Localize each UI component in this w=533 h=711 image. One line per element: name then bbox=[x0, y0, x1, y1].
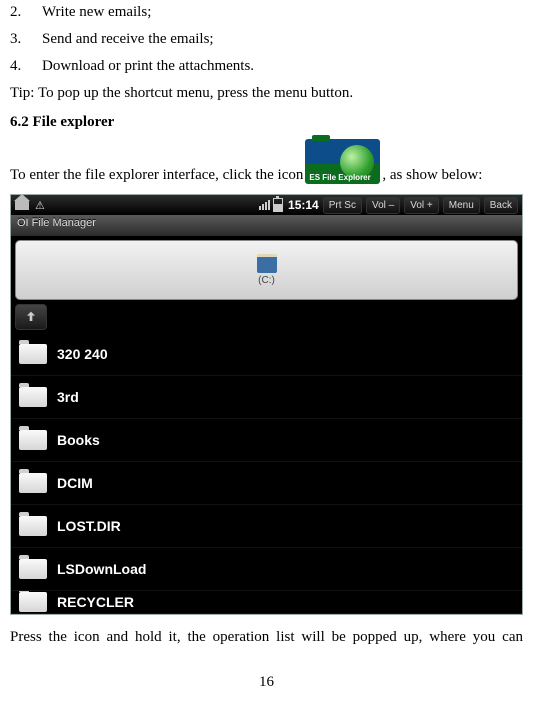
list-item-3: 3. Send and receive the emails; bbox=[10, 31, 523, 48]
tip-text: Tip: To pop up the shortcut menu, press … bbox=[10, 85, 523, 102]
drive-button[interactable]: (C:) bbox=[15, 240, 518, 300]
folder-icon bbox=[19, 430, 47, 450]
list-item[interactable]: LSDownLoad bbox=[11, 548, 522, 591]
list-item-label: DCIM bbox=[57, 475, 93, 491]
list-number: 4. bbox=[10, 58, 42, 75]
app-title: OI File Manager bbox=[11, 215, 522, 236]
list-item-label: 320 240 bbox=[57, 346, 108, 362]
signal-icon bbox=[259, 200, 270, 210]
back-button[interactable]: Back bbox=[484, 197, 518, 214]
folder-icon bbox=[19, 344, 47, 364]
volume-up-button[interactable]: Vol + bbox=[404, 197, 439, 214]
drive-label: (C:) bbox=[258, 275, 275, 286]
warning-icon: ⚠ bbox=[35, 199, 45, 212]
list-item[interactable]: LOST.DIR bbox=[11, 505, 522, 548]
up-button[interactable] bbox=[15, 304, 47, 330]
file-explorer-screenshot: ⚠ 15:14 Prt Sc Vol – Vol + Menu Back OI … bbox=[10, 194, 523, 615]
list-item[interactable]: 320 240 bbox=[11, 333, 522, 376]
list-text: Write new emails; bbox=[42, 4, 151, 21]
list-item[interactable]: Books bbox=[11, 419, 522, 462]
list-item-4: 4. Download or print the attachments. bbox=[10, 58, 523, 75]
arrow-up-icon bbox=[23, 309, 39, 325]
enter-text-suffix: , as show below: bbox=[382, 167, 482, 184]
list-item[interactable]: 3rd bbox=[11, 376, 522, 419]
home-icon[interactable] bbox=[15, 200, 29, 210]
list-number: 3. bbox=[10, 31, 42, 48]
folder-icon bbox=[19, 387, 47, 407]
list-number: 2. bbox=[10, 4, 42, 21]
list-item-label: Books bbox=[57, 432, 100, 448]
list-text: Send and receive the emails; bbox=[42, 31, 214, 48]
folder-icon bbox=[19, 559, 47, 579]
list-item[interactable]: DCIM bbox=[11, 462, 522, 505]
folder-icon bbox=[19, 592, 47, 612]
bottom-paragraph: Press the icon and hold it, the operatio… bbox=[10, 629, 523, 646]
list-item-label: LSDownLoad bbox=[57, 561, 146, 577]
page-number: 16 bbox=[10, 674, 523, 691]
battery-icon bbox=[273, 198, 283, 212]
list-item-label: LOST.DIR bbox=[57, 518, 121, 534]
list-item[interactable]: RECYCLER bbox=[11, 591, 522, 614]
es-icon-label: ES File Explorer bbox=[309, 173, 370, 182]
enter-text-prefix: To enter the file explorer interface, cl… bbox=[10, 167, 303, 184]
section-header: 6.2 File explorer bbox=[10, 114, 523, 131]
clock-text: 15:14 bbox=[288, 198, 319, 212]
list-item-label: RECYCLER bbox=[57, 594, 134, 610]
folder-icon bbox=[19, 473, 47, 493]
list-item-label: 3rd bbox=[57, 389, 79, 405]
es-file-explorer-icon: ES File Explorer bbox=[305, 139, 380, 184]
menu-button[interactable]: Menu bbox=[443, 197, 480, 214]
status-bar: ⚠ 15:14 Prt Sc Vol – Vol + Menu Back bbox=[11, 195, 522, 215]
list-item-2: 2. Write new emails; bbox=[10, 4, 523, 21]
folder-icon bbox=[19, 516, 47, 536]
volume-down-button[interactable]: Vol – bbox=[366, 197, 400, 214]
drive-icon bbox=[257, 254, 277, 273]
prtsc-button[interactable]: Prt Sc bbox=[323, 197, 362, 214]
list-text: Download or print the attachments. bbox=[42, 58, 254, 75]
